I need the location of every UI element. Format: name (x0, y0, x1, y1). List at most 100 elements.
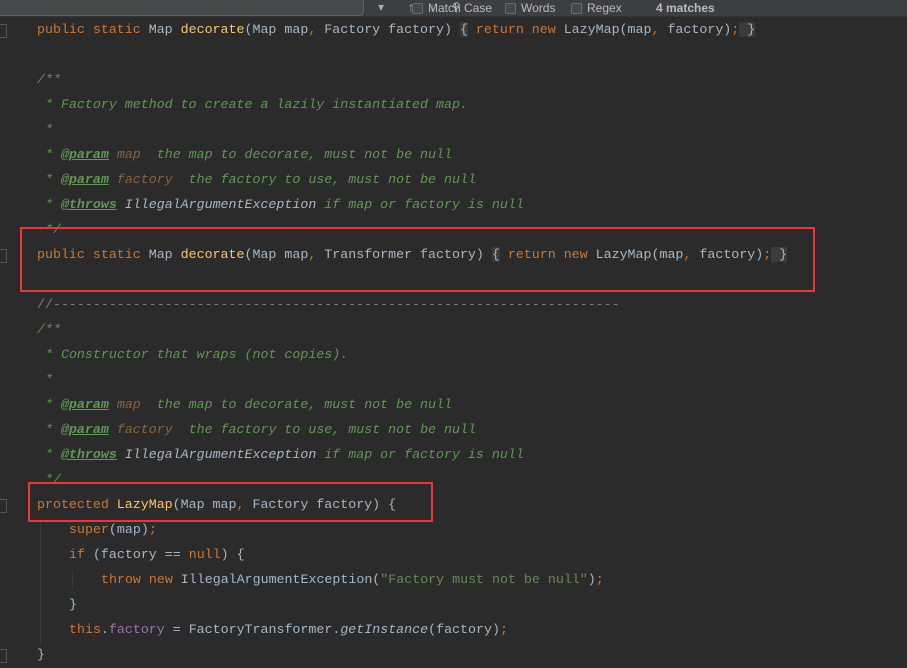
highlight-box-decorate-transformer (20, 227, 815, 292)
code-token: @throws (60, 447, 117, 462)
code-token: ) { (220, 547, 245, 562)
code-token: /** (37, 72, 61, 87)
match-count-label: 4 matches (656, 1, 715, 15)
fold-marker-icon[interactable] (0, 24, 7, 38)
code-token: ) (587, 572, 596, 587)
code-token: the factory to use, must not be null (172, 422, 476, 437)
code-token: IllegalArgumentException( (180, 572, 381, 587)
words-checkbox[interactable] (505, 2, 516, 14)
search-input[interactable] (0, 0, 364, 16)
indent-guide (40, 520, 41, 645)
code-token: } (37, 647, 45, 662)
code-line: this.factory = FactoryTransformer.getIns… (69, 617, 508, 642)
code-token: * (45, 422, 61, 437)
code-token: @param (60, 422, 109, 437)
code-line: * @param map the map to decorate, must n… (45, 392, 452, 417)
find-toolbar: ▾ ↑ ↓ ⚲ Match Case Words Regex 4 matches (0, 0, 907, 17)
code-line: if (factory == null) { (69, 542, 245, 567)
code-token: this (69, 622, 101, 637)
code-token: //--------------------------------------… (37, 297, 620, 312)
code-line: } (37, 642, 45, 667)
match-case-label: Match Case (428, 1, 493, 15)
code-token: the map to decorate, must not be null (140, 397, 452, 412)
code-token: IllegalArgumentException (116, 447, 317, 462)
match-count: 4 matches (656, 1, 715, 15)
code-token: , (651, 22, 668, 37)
code-line: * Factory method to create a lazily inst… (45, 92, 468, 117)
code-token: ; (148, 522, 157, 537)
code-token: @throws (60, 197, 117, 212)
code-line: * @param factory the factory to use, mus… (45, 417, 476, 442)
code-token: factory (108, 422, 173, 437)
code-token: @param (60, 147, 109, 162)
code-token: . (100, 622, 109, 637)
code-token: factory (108, 172, 173, 187)
code-token: map (108, 397, 141, 412)
editor-gutter (0, 14, 10, 668)
code-token: map (108, 147, 141, 162)
code-token: { (459, 22, 468, 37)
code-token: public static (37, 22, 149, 37)
code-line: public static Map decorate(Map map, Fact… (37, 17, 756, 42)
code-token: (factory) (428, 622, 500, 637)
code-line: * (45, 367, 53, 392)
regex-checkbox[interactable] (571, 2, 582, 14)
code-token: (Map map (244, 22, 309, 37)
fold-marker-icon[interactable] (0, 249, 7, 263)
match-case-checkbox[interactable] (412, 2, 423, 14)
code-token: = FactoryTransformer. (164, 622, 341, 637)
code-token: , (308, 22, 325, 37)
fold-marker-icon[interactable] (0, 649, 7, 663)
code-token: * Factory method to create a lazily inst… (45, 97, 468, 112)
code-line: * (45, 117, 53, 142)
code-token: /** (37, 322, 61, 337)
code-line: * @throws IllegalArgumentException if ma… (45, 192, 524, 217)
code-token: Map (148, 22, 181, 37)
code-token: the map to decorate, must not be null (140, 147, 452, 162)
code-token: IllegalArgumentException (116, 197, 317, 212)
code-line: //--------------------------------------… (37, 292, 620, 317)
code-token: (map) (108, 522, 149, 537)
words-label: Words (521, 1, 556, 15)
code-token: @param (60, 172, 109, 187)
code-line: * @param factory the factory to use, mus… (45, 167, 476, 192)
code-token: LazyMap(map (563, 22, 652, 37)
code-token: * (45, 197, 61, 212)
filter-icon[interactable]: ▾ (378, 0, 384, 14)
regex-option[interactable]: Regex (571, 1, 622, 15)
code-token: super (69, 522, 109, 537)
code-token: * (45, 147, 61, 162)
code-line: /** (37, 67, 61, 92)
code-token: null (188, 547, 221, 562)
code-token: throw new (101, 572, 181, 587)
code-line: * @throws IllegalArgumentException if ma… (45, 442, 524, 467)
code-line: * @param map the map to decorate, must n… (45, 142, 452, 167)
match-case-option[interactable]: Match Case (412, 1, 492, 15)
words-option[interactable]: Words (505, 1, 555, 15)
code-token: "Factory must not be null" (380, 572, 588, 587)
code-token: * (45, 172, 61, 187)
code-token: ; (595, 572, 604, 587)
code-token: Factory factory) (324, 22, 460, 37)
code-token: if map or factory is null (316, 197, 524, 212)
code-token: if (69, 547, 93, 562)
code-line: } (69, 592, 77, 617)
code-token: } (739, 22, 756, 37)
indent-guide (72, 570, 73, 590)
code-token: * (45, 447, 61, 462)
code-token: return new (467, 22, 564, 37)
code-token: if map or factory is null (316, 447, 524, 462)
code-token: the factory to use, must not be null (172, 172, 476, 187)
code-token: getInstance (340, 622, 429, 637)
code-token: * Constructor that wraps (not copies). (45, 347, 349, 362)
code-token: } (69, 597, 77, 612)
code-token: factory) (667, 22, 732, 37)
highlight-box-constructor (28, 482, 433, 522)
code-token: @param (60, 397, 109, 412)
code-token: * (45, 397, 61, 412)
code-token: * (45, 122, 53, 137)
code-token: * (45, 372, 53, 387)
code-token: decorate (180, 22, 245, 37)
regex-label: Regex (587, 1, 622, 15)
fold-marker-icon[interactable] (0, 499, 7, 513)
